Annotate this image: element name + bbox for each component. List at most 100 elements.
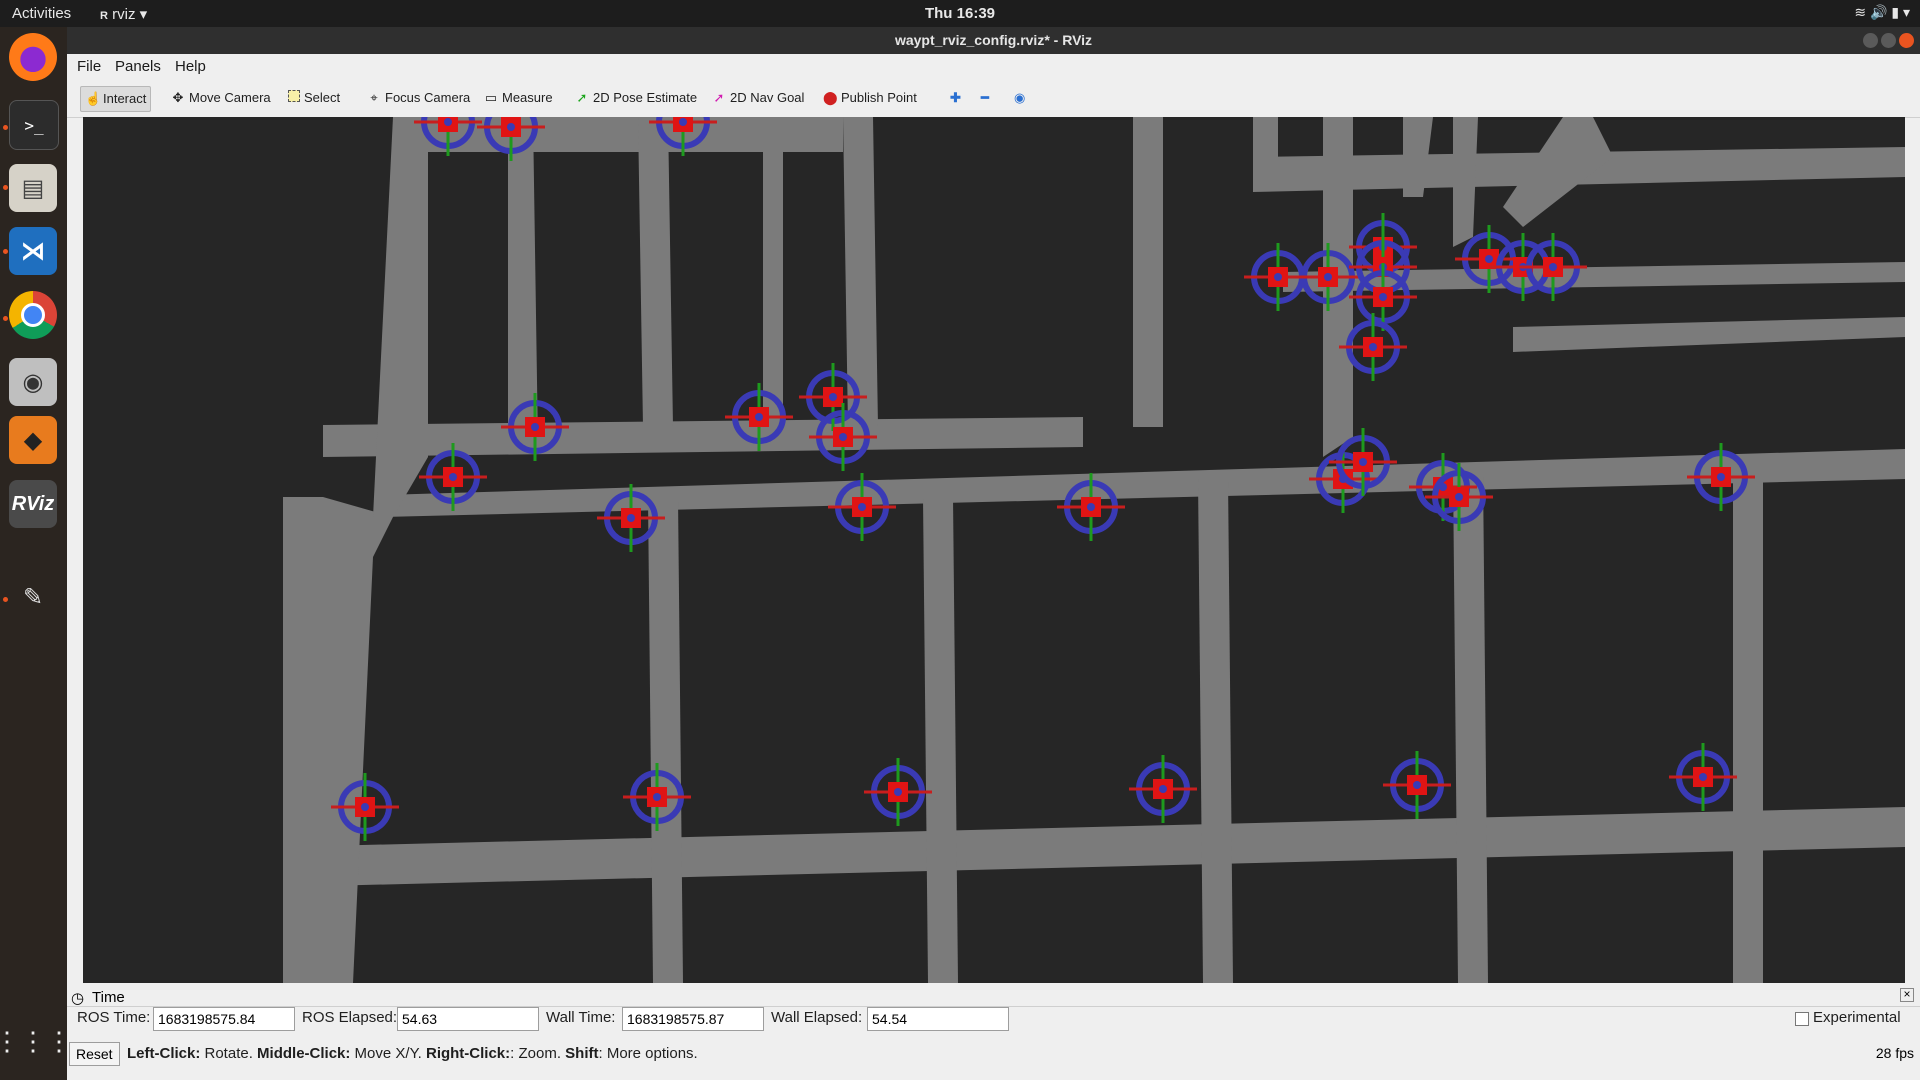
waypoint-center bbox=[679, 118, 687, 126]
chevron-down-icon: ▾ bbox=[1902, 4, 1910, 20]
eye-icon[interactable]: ◉ bbox=[1010, 86, 1029, 110]
move-camera-tool-button[interactable]: ✥ Move Camera bbox=[167, 86, 275, 110]
running-indicator bbox=[3, 597, 8, 602]
select-box-icon bbox=[288, 90, 300, 102]
interact-tool-button[interactable]: ☝ Interact bbox=[80, 86, 152, 112]
package-icon[interactable]: ◆ bbox=[9, 416, 57, 464]
waypoint-center bbox=[449, 473, 457, 481]
waypoint-center bbox=[755, 413, 763, 421]
running-indicator bbox=[3, 316, 8, 321]
publish-point-label: Publish Point bbox=[841, 90, 917, 105]
left-click-text: Rotate. bbox=[200, 1045, 258, 1062]
measure-tool-button[interactable]: ▭ Measure bbox=[480, 86, 557, 110]
waypoint-center bbox=[1413, 781, 1421, 789]
window-title: waypt_rviz_config.rviz* - RViz bbox=[894, 32, 1093, 48]
focus-camera-tool-button[interactable]: ⌖ Focus Camera bbox=[363, 86, 474, 110]
nav-goal-tool-button[interactable]: ➚ 2D Nav Goal bbox=[708, 86, 808, 110]
experimental-checkbox[interactable] bbox=[1795, 1012, 1809, 1026]
waypoint-center bbox=[839, 433, 847, 441]
waypoint-center bbox=[829, 393, 837, 401]
interact-label: Interact bbox=[103, 91, 147, 106]
waypoint-marker[interactable] bbox=[864, 758, 932, 826]
wall-time-field[interactable]: 1683198575.87 bbox=[622, 1007, 764, 1031]
shift-label: Shift bbox=[565, 1045, 599, 1062]
menu-panels[interactable]: Panels bbox=[115, 58, 161, 75]
rviz-icon[interactable]: RViz bbox=[9, 480, 57, 528]
pink-arrow-icon: ➚ bbox=[713, 90, 725, 105]
battery-icon: ▮ bbox=[1891, 4, 1900, 20]
right-click-text: : Zoom. bbox=[510, 1045, 566, 1062]
nav-goal-label: 2D Nav Goal bbox=[730, 90, 805, 105]
move-camera-label: Move Camera bbox=[189, 90, 271, 105]
running-indicator bbox=[3, 185, 8, 190]
pose-estimate-tool-button[interactable]: ➚ 2D Pose Estimate bbox=[571, 86, 701, 110]
time-panel: ◷ Time × ROS Time: 1683198575.84 ROS Ela… bbox=[67, 988, 1920, 1080]
map-free-space bbox=[283, 117, 1905, 983]
waypoint-center bbox=[1359, 458, 1367, 466]
waypoint-center bbox=[1274, 273, 1282, 281]
waypoint-center bbox=[894, 788, 902, 796]
close-panel-icon[interactable]: × bbox=[1900, 988, 1914, 1002]
waypoint-center bbox=[507, 123, 515, 131]
system-tray[interactable]: ≋ 🔊 ▮ ▾ bbox=[1854, 4, 1910, 21]
apps-grid-icon[interactable]: ⋮⋮⋮ bbox=[0, 1017, 72, 1065]
editor-icon[interactable]: ✎ bbox=[9, 573, 57, 621]
menu-help[interactable]: Help bbox=[175, 58, 206, 75]
reset-button[interactable]: Reset bbox=[69, 1042, 120, 1066]
ros-elapsed-field[interactable]: 54.63 bbox=[397, 1007, 539, 1031]
waypoint-center bbox=[531, 423, 539, 431]
menu-file[interactable]: File bbox=[77, 58, 101, 75]
select-tool-button[interactable]: Select bbox=[284, 86, 344, 110]
ros-time-field[interactable]: 1683198575.84 bbox=[153, 1007, 295, 1031]
render-viewport[interactable] bbox=[83, 117, 1905, 983]
window-titlebar[interactable]: waypt_rviz_config.rviz* - RViz bbox=[67, 27, 1920, 54]
add-tool-icon[interactable]: ✚ bbox=[946, 86, 965, 110]
dock: >_ ▤ ⋊ ◉ ◆ RViz ✎ ⋮⋮⋮ bbox=[0, 27, 72, 1080]
waypoint-center bbox=[1087, 503, 1095, 511]
middle-click-label: Middle-Click: bbox=[257, 1045, 351, 1062]
waypoint-center bbox=[1159, 785, 1167, 793]
right-click-label: Right-Click: bbox=[425, 1045, 511, 1062]
files-icon[interactable]: ▤ bbox=[9, 164, 57, 212]
waypoint-center bbox=[858, 503, 866, 511]
measure-label: Measure bbox=[502, 90, 553, 105]
time-panel-title: Time bbox=[92, 989, 125, 1006]
waypoint-marker[interactable] bbox=[1669, 743, 1737, 811]
crosshair-icon: ⌖ bbox=[370, 90, 378, 105]
minimize-icon[interactable] bbox=[1863, 33, 1878, 48]
publish-point-tool-button[interactable]: ⬤ Publish Point bbox=[819, 86, 921, 110]
volume-icon: 🔊 bbox=[1870, 4, 1888, 20]
focus-camera-label: Focus Camera bbox=[385, 90, 471, 105]
waypoint-center bbox=[444, 118, 452, 126]
waypoint-marker[interactable] bbox=[1383, 751, 1451, 819]
waypoint-marker[interactable] bbox=[477, 117, 545, 161]
waypoint-center bbox=[1549, 263, 1557, 271]
close-icon[interactable] bbox=[1899, 33, 1914, 48]
remove-tool-icon[interactable]: ━ bbox=[977, 86, 993, 110]
vscode-icon[interactable]: ⋊ bbox=[9, 227, 57, 275]
fps-counter: 28 fps bbox=[1875, 1045, 1914, 1061]
time-panel-header: ◷ Time × bbox=[67, 988, 1920, 1007]
ros-time-label: ROS Time: bbox=[77, 1009, 151, 1026]
experimental-label: Experimental bbox=[1813, 1009, 1901, 1026]
waypoint-center bbox=[653, 793, 661, 801]
waypoint-center bbox=[1717, 473, 1725, 481]
shift-text: : More options. bbox=[598, 1045, 698, 1062]
waypoint-center bbox=[1455, 493, 1463, 501]
maximize-icon[interactable] bbox=[1881, 33, 1896, 48]
waypoint-center bbox=[361, 803, 369, 811]
rviz-window: waypt_rviz_config.rviz* - RViz File Pane… bbox=[67, 27, 1920, 1080]
screenshot-icon[interactable]: ◉ bbox=[9, 358, 57, 406]
waypoint-marker[interactable] bbox=[1129, 755, 1197, 823]
pose-estimate-label: 2D Pose Estimate bbox=[593, 90, 698, 105]
wall-elapsed-field[interactable]: 54.54 bbox=[867, 1007, 1009, 1031]
system-top-bar: Activities R rviz ▾ Thu 16:39 ≋ 🔊 ▮ ▾ bbox=[0, 0, 1920, 27]
map-pin-icon: ⬤ bbox=[823, 90, 838, 105]
wall-elapsed-label: Wall Elapsed: bbox=[771, 1009, 863, 1026]
waypoint-center bbox=[1379, 293, 1387, 301]
clock[interactable]: Thu 16:39 bbox=[0, 5, 1920, 22]
chrome-icon[interactable] bbox=[9, 291, 57, 339]
terminal-icon[interactable]: >_ bbox=[9, 100, 59, 150]
waypoint-center bbox=[1324, 273, 1332, 281]
firefox-icon[interactable] bbox=[9, 33, 57, 81]
